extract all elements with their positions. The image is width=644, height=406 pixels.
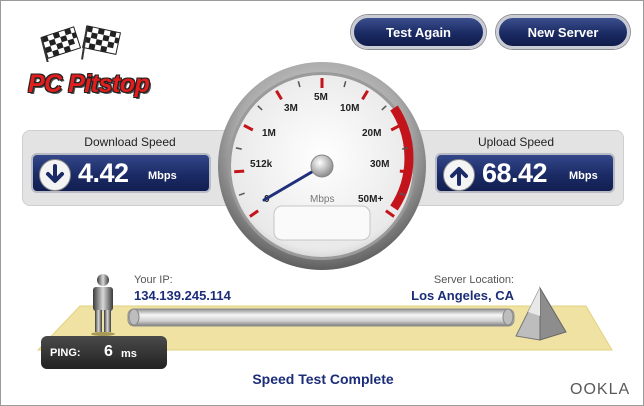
ping-unit: ms bbox=[121, 348, 137, 360]
ip-label: Your IP: bbox=[134, 274, 173, 286]
server-location-label: Server Location: bbox=[433, 274, 514, 286]
ip-value: 134.139.245.114 bbox=[134, 288, 231, 303]
ping-display: PING: 6 ms bbox=[41, 336, 167, 369]
ping-label: PING: bbox=[50, 347, 81, 359]
ookla-logo: OOKLA bbox=[570, 381, 631, 398]
status-message: Speed Test Complete bbox=[252, 371, 394, 387]
connection-tube bbox=[127, 308, 515, 327]
server-pyramid-icon bbox=[515, 286, 567, 341]
ping-value: 6 bbox=[104, 343, 113, 360]
user-person-icon bbox=[91, 274, 115, 336]
server-location-value: Los Angeles, CA bbox=[411, 288, 514, 303]
